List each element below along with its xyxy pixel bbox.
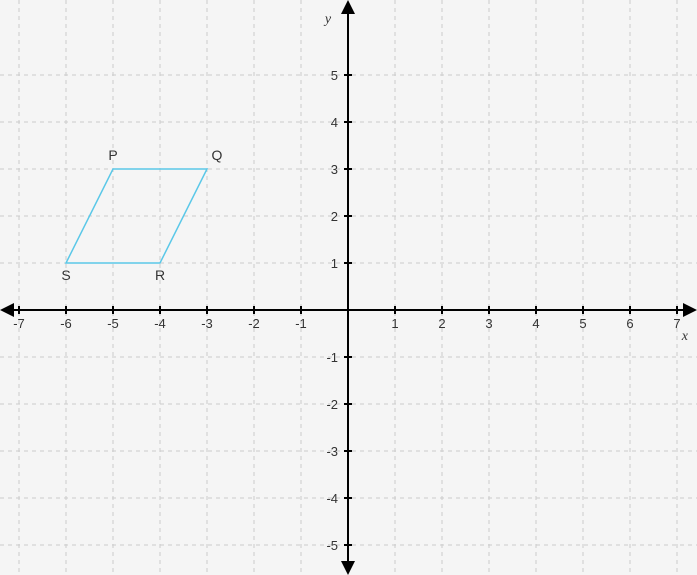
y-tick-label: 4	[331, 115, 338, 130]
arrow-down-icon	[341, 561, 355, 575]
arrow-right-icon	[683, 303, 697, 317]
y-tick-label: 5	[331, 68, 338, 83]
y-tick-label: -5	[326, 538, 338, 553]
y-tick-label: 2	[331, 209, 338, 224]
x-tick-label: -6	[60, 316, 72, 331]
x-tick-label: -7	[13, 316, 25, 331]
arrow-left-icon	[0, 303, 14, 317]
y-tick-label: -1	[326, 350, 338, 365]
y-tick-label: 1	[331, 256, 338, 271]
y-tick-label: 3	[331, 162, 338, 177]
arrow-up-icon	[341, 0, 355, 14]
vertex-label-r: R	[155, 267, 165, 283]
vertex-label-q: Q	[212, 147, 223, 163]
x-tick-label: 4	[532, 316, 539, 331]
x-tick-label: -5	[107, 316, 119, 331]
vertex-label-s: S	[61, 267, 70, 283]
vertex-label-p: P	[108, 147, 117, 163]
x-tick-label: -1	[295, 316, 307, 331]
x-tick-label: 3	[485, 316, 492, 331]
x-tick-label: 5	[579, 316, 586, 331]
y-tick-label: -4	[326, 491, 338, 506]
chart-svg: -7 -6 -5 -4 -3 -2 -1 1 2 3 4 5 6 7 5 4 3…	[0, 0, 697, 575]
x-axis-label: x	[681, 329, 689, 344]
x-tick-label: 6	[626, 316, 633, 331]
x-tick-label: -4	[154, 316, 166, 331]
y-tick-label: -3	[326, 444, 338, 459]
x-tick-label: 2	[438, 316, 445, 331]
y-axis-label: y	[323, 12, 332, 27]
coordinate-plane-chart: -7 -6 -5 -4 -3 -2 -1 1 2 3 4 5 6 7 5 4 3…	[0, 0, 697, 575]
x-tick-label: 1	[391, 316, 398, 331]
x-tick-label: 7	[673, 316, 680, 331]
x-tick-label: -3	[201, 316, 213, 331]
y-tick-label: -2	[326, 397, 338, 412]
x-tick-label: -2	[248, 316, 260, 331]
